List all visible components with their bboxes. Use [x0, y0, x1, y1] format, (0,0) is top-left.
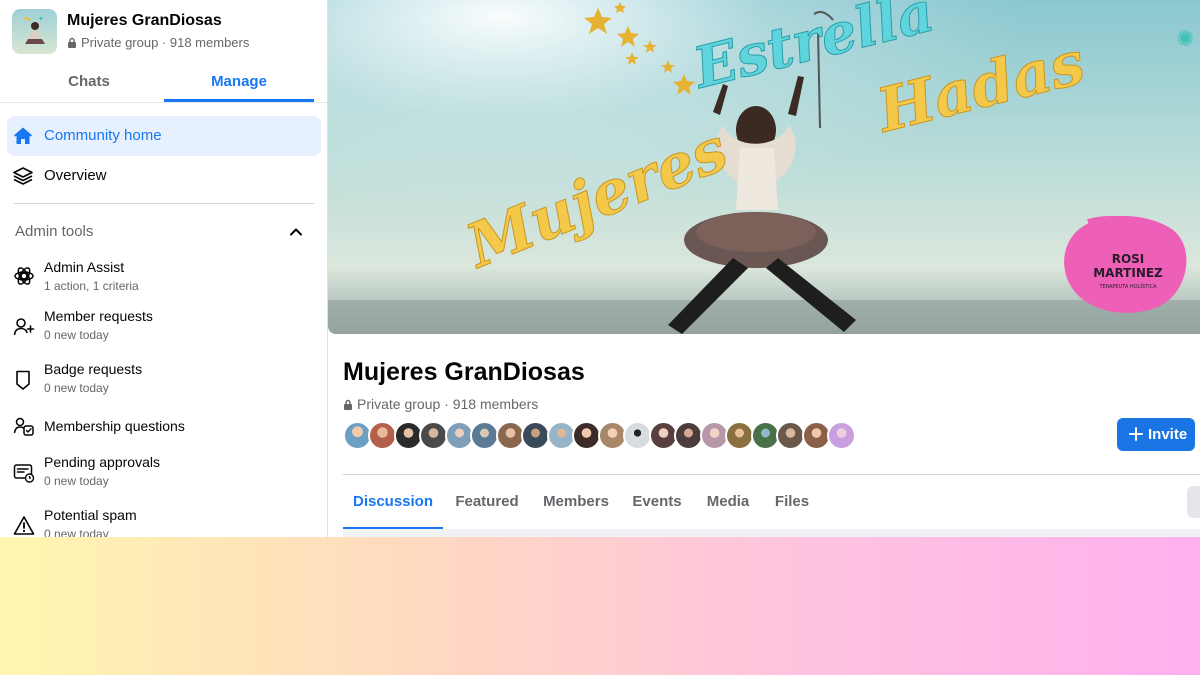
group-privacy-meta: Private group · 918 members	[67, 35, 249, 50]
admin-tool-potential-spam[interactable]: Potential spam 0 new today	[13, 507, 313, 537]
admin-assist-icon	[14, 267, 34, 285]
feed-background	[343, 529, 1200, 537]
tab-files[interactable]: Files	[768, 476, 816, 530]
invite-label: Invite	[1148, 426, 1188, 443]
group-meta-text: Private group · 918 members	[357, 396, 539, 412]
more-options-button[interactable]	[1187, 486, 1200, 518]
avatar[interactable]	[521, 421, 550, 450]
admin-tool-label: Member requests	[44, 308, 153, 324]
layers-icon	[13, 167, 33, 185]
avatar[interactable]	[623, 421, 652, 450]
tab-manage[interactable]: Manage	[164, 64, 314, 102]
badge-text-line2: MARTINEZ	[1093, 266, 1163, 280]
lock-icon	[344, 399, 352, 410]
pending-approvals-icon	[13, 464, 35, 483]
member-request-icon	[13, 318, 35, 336]
admin-tool-badge-requests[interactable]: Badge requests 0 new today	[13, 361, 313, 405]
sidebar-item-community-home[interactable]: Community home	[7, 116, 321, 156]
tab-featured[interactable]: Featured	[448, 476, 526, 530]
admin-tool-label: Potential spam	[44, 507, 137, 523]
tab-media[interactable]: Media	[699, 476, 757, 530]
sidebar: ✦ Mujeres GranDiosas Private group · 918…	[0, 0, 328, 537]
page-title: Mujeres GranDiosas	[343, 358, 585, 386]
cover-photo[interactable]: Estrella Hadas Mujeres ROSI MARTINEZ TER…	[328, 0, 1200, 334]
svg-text:✦: ✦	[38, 15, 44, 23]
tab-events[interactable]: Events	[626, 476, 688, 530]
home-icon	[14, 127, 32, 144]
admin-tool-label: Badge requests	[44, 361, 143, 377]
group-privacy-meta: Private group · 918 members	[343, 396, 538, 412]
lock-icon	[68, 37, 76, 48]
badge-text-line3: TERAPEUTA HOLÍSTICA	[1099, 283, 1158, 290]
admin-tool-pending-approvals[interactable]: Pending approvals 0 new today	[13, 454, 313, 498]
admin-tool-subtitle: 0 new today	[44, 328, 109, 342]
admin-tool-label: Membership questions	[44, 418, 185, 434]
admin-tools-title[interactable]: Admin tools	[15, 223, 93, 240]
admin-tool-subtitle: 0 new today	[44, 527, 109, 537]
admin-tool-subtitle: 0 new today	[44, 474, 109, 488]
admin-tool-label: Pending approvals	[44, 454, 160, 470]
avatar[interactable]	[827, 421, 856, 450]
sidebar-item-label: Overview	[44, 167, 107, 184]
tabs-divider	[0, 102, 327, 103]
question-icon	[13, 417, 34, 436]
warning-icon	[13, 516, 35, 535]
sidebar-tabs: Chats Manage	[14, 64, 314, 102]
badge-icon	[16, 370, 30, 390]
cover-logo-badge: ROSI MARTINEZ TERAPEUTA HOLÍSTICA	[1064, 215, 1187, 313]
plus-icon	[1129, 427, 1143, 441]
sidebar-item-overview[interactable]: Overview	[7, 156, 321, 196]
avatar[interactable]	[725, 421, 754, 450]
admin-tool-admin-assist[interactable]: Admin Assist 1 action, 1 criteria	[13, 259, 313, 303]
group-thumbnail[interactable]: ✦	[12, 9, 57, 54]
header-divider	[343, 474, 1200, 475]
group-header[interactable]: ✦ Mujeres GranDiosas Private group · 918…	[12, 9, 312, 55]
sidebar-item-label: Community home	[44, 127, 162, 144]
tab-members[interactable]: Members	[537, 476, 615, 530]
badge-text-line1: ROSI	[1112, 252, 1145, 266]
chevron-up-icon[interactable]	[288, 224, 304, 240]
avatar[interactable]	[674, 421, 703, 450]
admin-tool-member-requests[interactable]: Member requests 0 new today	[13, 308, 313, 352]
avatar[interactable]	[419, 421, 448, 450]
group-name[interactable]: Mujeres GranDiosas	[67, 12, 222, 30]
admin-tool-label: Admin Assist	[44, 259, 125, 275]
admin-tool-subtitle: 1 action, 1 criteria	[44, 279, 139, 293]
gradient-band	[0, 537, 1200, 675]
sparkle-icon: ✺	[1176, 27, 1194, 52]
admin-tool-subtitle: 0 new today	[44, 381, 109, 395]
avatar[interactable]	[572, 421, 601, 450]
tab-chats[interactable]: Chats	[14, 64, 164, 102]
group-meta-text: Private group · 918 members	[81, 35, 250, 50]
tab-discussion[interactable]: Discussion	[343, 476, 443, 530]
avatar[interactable]	[776, 421, 805, 450]
avatar[interactable]	[368, 421, 397, 450]
avatar[interactable]	[470, 421, 499, 450]
sidebar-divider	[14, 203, 314, 204]
invite-button[interactable]: Invite	[1117, 418, 1195, 451]
group-tabs: Discussion Featured Members Events Media…	[343, 476, 1200, 530]
